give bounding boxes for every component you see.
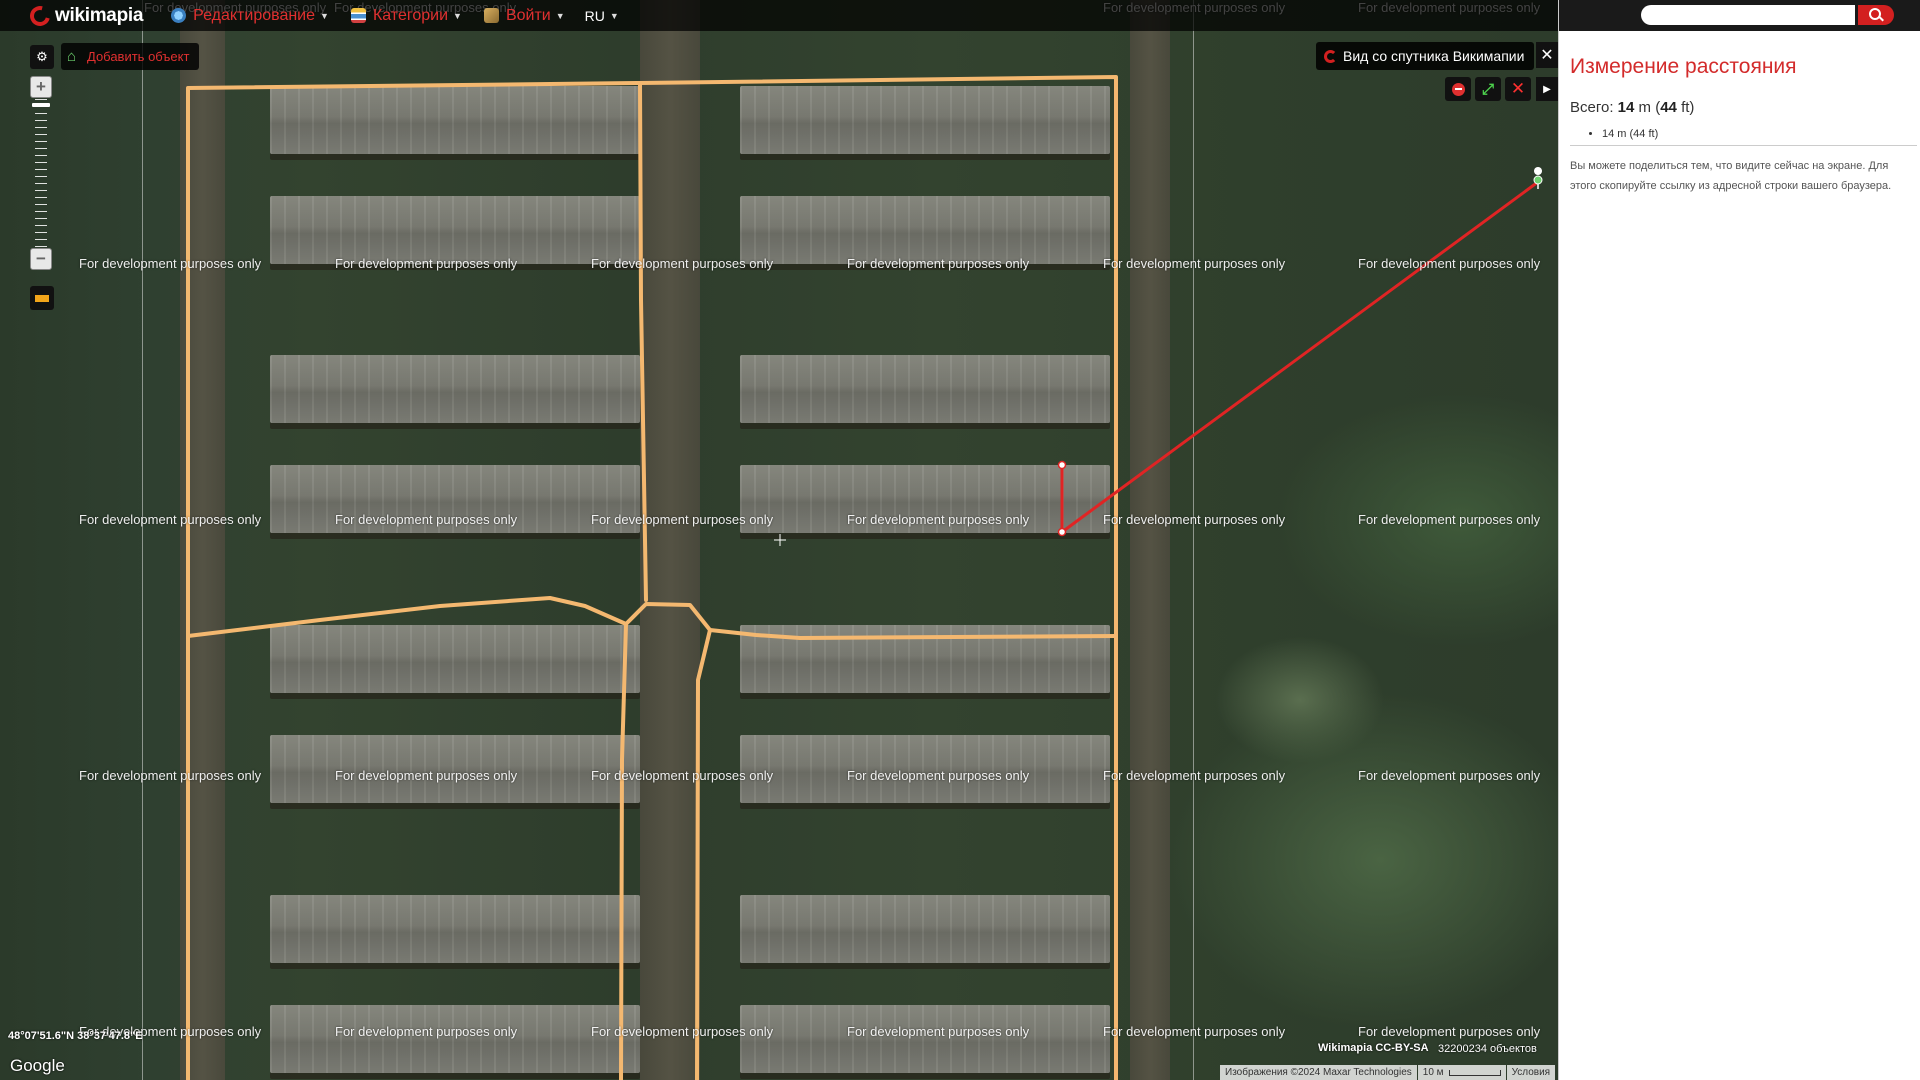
zoom-in-button[interactable]: + [30, 76, 52, 98]
add-object-button[interactable]: ⌂ Добавить объект [61, 43, 200, 70]
close-icon: ✕ [1510, 79, 1526, 98]
zoom-control: + − [30, 76, 54, 272]
total-distance: Всего: 14 m (44 ft) [1570, 99, 1695, 116]
scale-indicator: 10 м [1417, 1065, 1506, 1080]
menu-edit-label: Редактирование [193, 6, 316, 24]
menu-categories[interactable]: Категории ▼ [350, 6, 462, 25]
crosshair-icon [774, 534, 786, 546]
list-item: 14 m (44 ft) [1602, 128, 1917, 140]
search-icon [1868, 7, 1881, 20]
side-panel: Измерение расстояния Всего: 14 m (44 ft)… [1558, 0, 1920, 1080]
measure-segment [1061, 180, 1539, 534]
share-hint: Вы можете поделиться тем, что видите сей… [1570, 160, 1892, 192]
wikimapia-logo-icon [1324, 49, 1337, 63]
segments-list: 14 m (44 ft) [1570, 128, 1917, 146]
object-outline [638, 81, 648, 602]
panel-title: Измерение расстояния [1570, 55, 1797, 78]
measure-point [1057, 460, 1067, 470]
total-meters: 14 [1617, 99, 1635, 116]
distance-measurement [1057, 166, 1543, 537]
menu-edit[interactable]: Редактирование ▼ [171, 7, 329, 25]
zoom-out-button[interactable]: − [30, 248, 52, 270]
object-count: 32200234 объектов [1438, 1043, 1537, 1055]
google-logo: Google [10, 1056, 65, 1075]
panel-body: Измерение расстояния Всего: 14 m (44 ft)… [1559, 31, 1920, 196]
attribution-bar: Изображения ©2024 Maxar Technologies 10 … [1219, 1065, 1556, 1080]
chevron-down-icon: ▼ [609, 10, 619, 21]
measure-fit-button[interactable]: ⤢ [1475, 77, 1501, 101]
zoom-slider-thumb[interactable] [32, 103, 50, 107]
close-panel-button[interactable]: ✕ [1536, 42, 1558, 68]
map-overlay [186, 75, 1543, 1080]
gear-icon: ⚙ [36, 49, 48, 64]
chevron-down-icon: ▼ [320, 10, 329, 21]
search-input[interactable] [1641, 5, 1855, 25]
menu-categories-label: Категории [372, 6, 449, 24]
search-button[interactable] [1858, 5, 1894, 25]
chevron-down-icon: ▼ [453, 10, 462, 21]
expand-arrows-icon: ⤢ [1481, 80, 1494, 98]
close-icon: ✕ [1540, 47, 1554, 64]
map-settings-button[interactable]: ⚙ [30, 45, 54, 69]
menu-login-label: Войти [505, 6, 551, 24]
wikimapia-logo-icon [26, 1, 54, 30]
zoom-slider[interactable] [30, 99, 52, 247]
language-selector[interactable]: RU ▼ [585, 8, 619, 24]
top-bar: wikimapia Редактирование ▼ Категории ▼ В… [0, 0, 1558, 31]
imagery-attribution: Изображения ©2024 Maxar Technologies [1220, 1065, 1417, 1080]
wikimapia-logo[interactable]: wikimapia [26, 1, 144, 30]
measure-point [1057, 527, 1067, 537]
scale-bar [1448, 1069, 1501, 1076]
satellite-view-button[interactable]: Вид со спутника Викимапии [1316, 42, 1535, 70]
object-outline [186, 596, 1118, 640]
scale-label: 10 м [1422, 1067, 1444, 1078]
app: For development purposes only For develo… [0, 0, 1920, 1080]
satellite-map[interactable]: For development purposes only For develo… [0, 0, 1558, 1080]
language-label: RU [584, 7, 605, 24]
menu-login[interactable]: Войти ▼ [483, 6, 565, 25]
categories-icon [350, 8, 366, 23]
total-feet: 44 [1660, 99, 1677, 116]
object-outline [695, 628, 712, 1080]
ruler-icon [35, 294, 49, 302]
globe-edit-icon [171, 8, 187, 23]
measure-close-button[interactable]: ✕ [1505, 77, 1531, 101]
measure-delete-point-button[interactable] [1445, 77, 1471, 101]
add-object-label: Добавить объект [87, 49, 190, 64]
logo-text: wikimapia [55, 4, 144, 26]
cursor-coordinates: 48°07'51.6"N 38°37'47.8"E [8, 1030, 143, 1042]
pin-icon [1534, 166, 1543, 175]
search-bar [1559, 0, 1920, 31]
ruler-button[interactable] [30, 286, 54, 310]
satellite-view-label: Вид со спутника Викимапии [1343, 48, 1525, 64]
unit-feet: ft [1681, 99, 1690, 116]
object-outline [186, 75, 1118, 1080]
total-prefix: Всего: [1570, 99, 1614, 116]
terms-link[interactable]: Условия [1506, 1065, 1556, 1080]
minus-circle-icon [1451, 82, 1465, 96]
license-label[interactable]: Wikimapia CC-BY-SA [1318, 1042, 1429, 1054]
collapse-panel-button[interactable]: ▶ [1536, 77, 1558, 101]
login-icon [483, 8, 499, 23]
unit-meters: m [1638, 99, 1652, 116]
add-object-icon: ⌂ [67, 47, 77, 65]
chevron-down-icon: ▼ [555, 10, 565, 21]
chevron-right-icon: ▶ [1543, 83, 1551, 95]
object-outline [619, 622, 628, 1080]
